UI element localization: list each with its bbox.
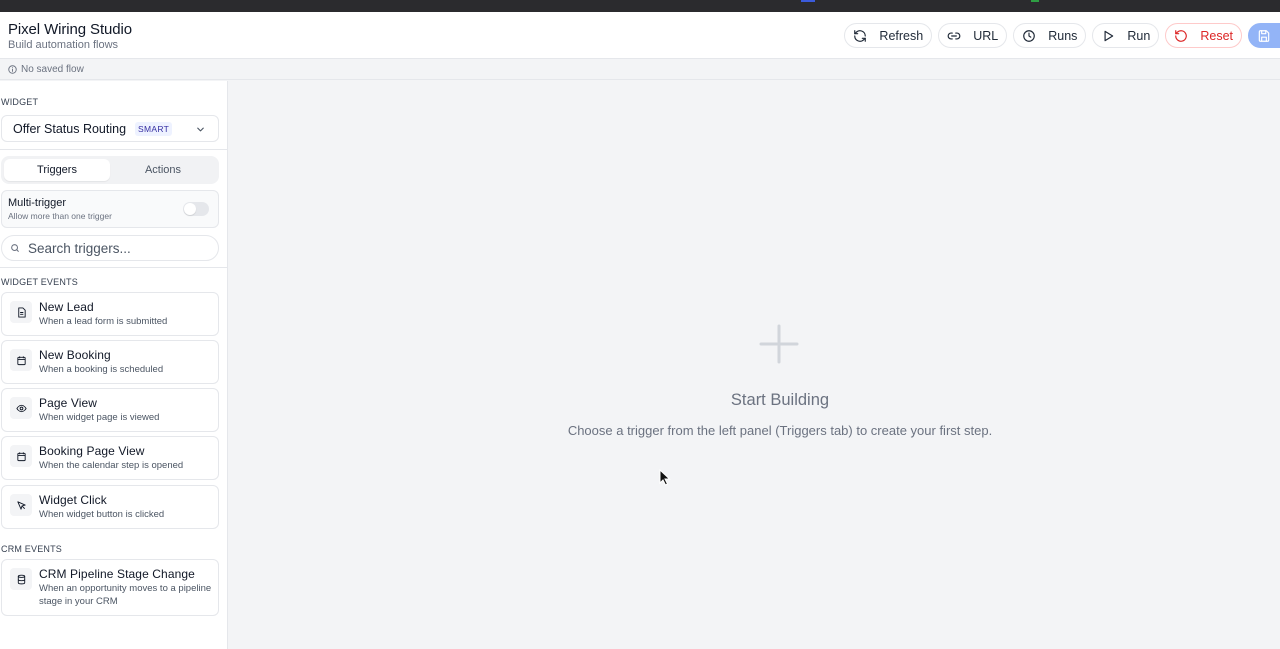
trigger-desc: When a booking is scheduled (39, 364, 164, 375)
divider (0, 267, 227, 268)
trigger-title: New Booking (39, 348, 111, 362)
mouse-cursor-icon (659, 469, 671, 486)
refresh-label: Refresh (879, 28, 924, 43)
eye-icon (10, 397, 32, 419)
sidebar: WIDGET Offer Status Routing SMART Trigge… (0, 81, 228, 649)
trigger-desc: When widget page is viewed (39, 412, 160, 423)
trigger-search (1, 235, 219, 261)
document-icon (10, 301, 32, 323)
multi-trigger-desc: Allow more than one trigger (8, 211, 112, 221)
refresh-button[interactable]: Refresh (844, 23, 933, 48)
widget-section-label: WIDGET (1, 97, 39, 107)
widget-select[interactable]: Offer Status Routing SMART (1, 115, 219, 142)
save-icon (1258, 29, 1270, 42)
crm-events-label: CRM EVENTS (1, 544, 63, 554)
plus-icon (759, 324, 799, 364)
run-label: Run (1127, 28, 1151, 43)
info-icon (8, 65, 17, 74)
save-status: No saved flow (8, 64, 84, 75)
chevron-down-icon (197, 127, 204, 132)
trigger-title: Booking Page View (39, 444, 145, 458)
multi-trigger-setting: Multi-trigger Allow more than one trigge… (1, 190, 219, 228)
search-input[interactable] (28, 240, 208, 256)
tab-indicator (801, 0, 815, 2)
trigger-card-new-booking[interactable]: New Booking When a booking is scheduled (1, 340, 219, 384)
trigger-card-booking-page-view[interactable]: Booking Page View When the calendar step… (1, 436, 219, 480)
calendar-icon (10, 445, 32, 467)
empty-state-title: Start Building (730, 391, 830, 409)
widget-events-label: WIDGET EVENTS (1, 277, 78, 287)
refresh-icon (854, 29, 867, 42)
multi-trigger-title: Multi-trigger (8, 197, 67, 209)
search-icon (11, 244, 19, 252)
tab-triggers[interactable]: Triggers (4, 159, 110, 181)
trigger-action-tabs: Triggers Actions (1, 156, 219, 184)
app-subtitle: Build automation flows (8, 39, 119, 51)
tab-indicator (1031, 0, 1039, 2)
status-bar: No saved flow (0, 59, 1280, 80)
tab-actions[interactable]: Actions (110, 159, 216, 181)
url-label: URL (973, 28, 999, 43)
flow-canvas[interactable]: Start Building Choose a trigger from the… (228, 81, 1280, 649)
trigger-desc: When a lead form is submitted (39, 316, 168, 327)
runs-label: Runs (1048, 28, 1078, 43)
widget-badge: SMART (135, 121, 173, 136)
empty-state-desc: Choose a trigger from the left panel (Tr… (567, 423, 993, 438)
reset-label: Reset (1200, 28, 1233, 43)
trigger-card-widget-click[interactable]: Widget Click When widget button is click… (1, 485, 219, 529)
trigger-card-crm-pipeline-stage-change[interactable]: CRM Pipeline Stage Change When an opport… (1, 559, 219, 616)
save-button[interactable] (1248, 23, 1280, 48)
run-button[interactable]: Run (1092, 23, 1160, 48)
clock-icon (1023, 29, 1036, 42)
database-icon (10, 568, 32, 590)
trigger-title: New Lead (39, 300, 94, 314)
trigger-card-page-view[interactable]: Page View When widget page is viewed (1, 388, 219, 432)
trigger-desc: When widget button is clicked (39, 509, 165, 520)
save-status-text: No saved flow (21, 64, 84, 75)
app-header: Pixel Wiring Studio Build automation flo… (0, 12, 1280, 59)
browser-top-strip (0, 0, 1280, 12)
url-button[interactable]: URL (938, 23, 1008, 48)
trigger-desc: When the calendar step is opened (39, 460, 184, 471)
toolbar: Refresh URL Runs Run Reset (844, 23, 1280, 49)
app-title: Pixel Wiring Studio (8, 21, 132, 38)
trigger-card-new-lead[interactable]: New Lead When a lead form is submitted (1, 292, 219, 336)
multi-trigger-toggle[interactable] (183, 202, 209, 216)
divider (0, 149, 227, 150)
link-icon (947, 32, 961, 40)
trigger-title: Widget Click (39, 493, 107, 507)
widget-name: Offer Status Routing (13, 121, 127, 136)
pointer-icon (10, 494, 32, 516)
reset-icon (1175, 29, 1188, 42)
reset-button[interactable]: Reset (1165, 23, 1242, 48)
trigger-desc: When an opportunity moves to a pipeline … (39, 583, 212, 607)
trigger-title: CRM Pipeline Stage Change (39, 567, 195, 581)
runs-button[interactable]: Runs (1013, 23, 1087, 48)
trigger-title: Page View (39, 396, 98, 410)
play-icon (1104, 30, 1114, 41)
calendar-icon (10, 349, 32, 371)
